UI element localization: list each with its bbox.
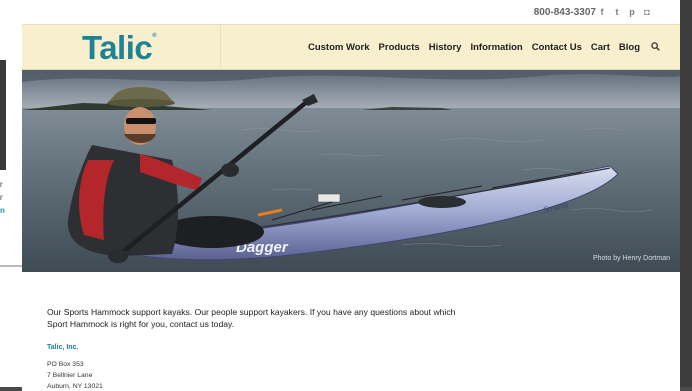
- page-content: Our Sports Hammock support kayaks. Our p…: [47, 306, 467, 391]
- site-header: Talic® Custom Work Products History Info…: [22, 24, 680, 72]
- nav-products[interactable]: Products: [379, 25, 420, 71]
- phone-number[interactable]: 800-843-3307: [534, 7, 596, 18]
- kayak-hatch: [418, 196, 466, 208]
- logo-text: Talic: [82, 29, 153, 66]
- nav-contact-us[interactable]: Contact Us: [532, 25, 582, 71]
- address-line: Auburn, NY 13021: [47, 383, 103, 390]
- address-line: 7 Bellnier Lane: [47, 372, 93, 379]
- backdrop-text: r: [0, 180, 3, 189]
- main-nav: Custom Work Products History Information…: [308, 25, 660, 72]
- instagram-icon[interactable]: ◘: [642, 6, 652, 18]
- address-block: PO Box 353 7 Bellnier Lane Auburn, NY 13…: [47, 359, 467, 391]
- backdrop-left: r r n: [0, 0, 22, 391]
- nav-blog[interactable]: Blog: [619, 25, 640, 71]
- kayaker-illustration: Dagger Stratos: [22, 70, 680, 272]
- search-icon[interactable]: [651, 25, 660, 71]
- backdrop-strip: [0, 60, 6, 170]
- talic-logo[interactable]: Talic®: [82, 29, 157, 67]
- backdrop-text: n: [0, 206, 5, 215]
- intro-text: Our Sports Hammock support kayaks. Our p…: [47, 307, 456, 329]
- web-page: 800-843-3307 f t p ◘ Talic® Custom Work …: [22, 0, 680, 391]
- social-links: f t p ◘: [597, 6, 652, 18]
- sunglasses: [126, 118, 156, 124]
- nav-custom-work[interactable]: Custom Work: [308, 25, 370, 71]
- top-bar: 800-843-3307 f t p ◘: [22, 0, 680, 24]
- kayaker-hand: [221, 163, 239, 177]
- photo-credit: Photo by Henry Dortman: [592, 255, 670, 262]
- logo-divider: [220, 25, 221, 71]
- twitter-icon[interactable]: t: [612, 6, 622, 18]
- address-line: PO Box 353: [47, 361, 84, 368]
- pinterest-icon[interactable]: p: [627, 6, 637, 18]
- nav-cart[interactable]: Cart: [591, 25, 610, 71]
- backdrop-text: r: [0, 193, 3, 202]
- nav-information[interactable]: Information: [464, 25, 529, 72]
- backdrop-right: [680, 0, 692, 391]
- hero-photo: Dagger Stratos Photo by Henry Dortman: [22, 70, 680, 272]
- backdrop-divider: [0, 265, 22, 267]
- company-name[interactable]: Talic, Inc.: [47, 344, 467, 351]
- registered-mark: ®: [152, 33, 157, 39]
- facebook-icon[interactable]: f: [597, 6, 607, 18]
- nav-history[interactable]: History: [429, 25, 462, 71]
